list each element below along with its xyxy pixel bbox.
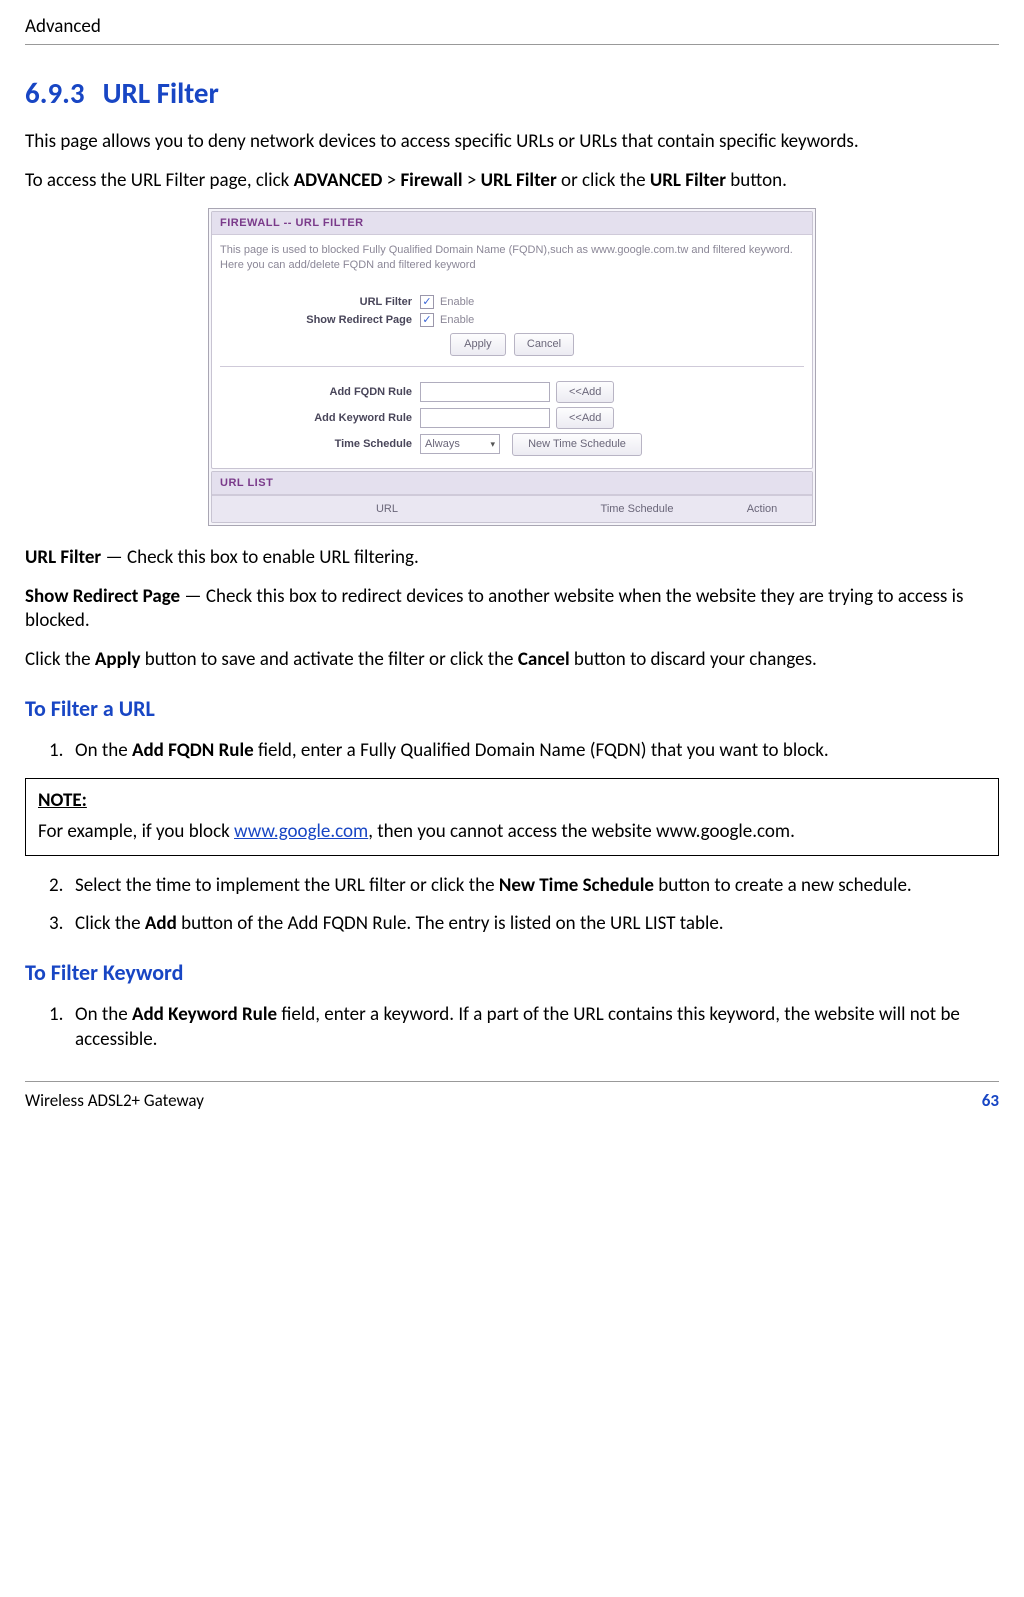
- enable-text: Enable: [440, 295, 474, 309]
- page-header: Advanced: [25, 15, 999, 45]
- chevron-down-icon: ▾: [490, 439, 495, 451]
- text: , then you cannot access the website www…: [368, 820, 795, 843]
- table-header: URL Time Schedule Action: [212, 495, 812, 522]
- text: — Check this box to enable URL filtering…: [101, 546, 419, 569]
- filter-url-steps: 1. On the Add FQDN Rule field, enter a F…: [25, 739, 999, 764]
- list-number: 2.: [49, 874, 63, 899]
- note-text: For example, if you block www.google.com…: [38, 820, 986, 845]
- term: URL Filter: [25, 546, 101, 569]
- add-fqdn-input[interactable]: [420, 382, 550, 402]
- text: >: [463, 169, 481, 192]
- col-url: URL: [212, 496, 562, 522]
- term: New Time Schedule: [499, 874, 654, 897]
- term: Add FQDN Rule: [132, 739, 254, 762]
- term: Add: [145, 912, 177, 935]
- text: button to create a new schedule.: [654, 874, 912, 897]
- filter-keyword-steps: 1. On the Add Keyword Rule field, enter …: [25, 1003, 999, 1052]
- page-number: 63: [982, 1090, 999, 1112]
- text: Click the: [25, 648, 95, 671]
- firewall-url-filter-panel: FIREWALL -- URL FILTER This page is used…: [208, 208, 816, 526]
- list-number: 1.: [49, 1003, 63, 1028]
- section-number: 6.9.3: [25, 75, 85, 111]
- note-label: NOTE:: [38, 789, 87, 812]
- term: Add Keyword Rule: [132, 1003, 277, 1026]
- term: Cancel: [518, 648, 570, 671]
- screenshot-figure: FIREWALL -- URL FILTER This page is used…: [25, 208, 999, 526]
- add-fqdn-label: Add FQDN Rule: [220, 385, 420, 399]
- apply-button[interactable]: Apply: [450, 333, 506, 355]
- time-schedule-label: Time Schedule: [220, 437, 420, 451]
- text: field, enter a Fully Qualified Domain Na…: [254, 739, 829, 762]
- list-item: 1. On the Add Keyword Rule field, enter …: [25, 1003, 999, 1052]
- term: Show Redirect Page: [25, 585, 180, 608]
- definition-url-filter: URL Filter — Check this box to enable UR…: [25, 546, 999, 571]
- text: button of the Add FQDN Rule. The entry i…: [177, 912, 724, 935]
- text: For example, if you block: [38, 820, 234, 843]
- note-box: NOTE: For example, if you block www.goog…: [25, 778, 999, 855]
- intro-paragraph: This page allows you to deny network dev…: [25, 130, 999, 155]
- apply-cancel-paragraph: Click the Apply button to save and activ…: [25, 648, 999, 673]
- list-number: 1.: [49, 739, 63, 764]
- text: On the: [75, 1003, 132, 1026]
- breadcrumb: URL Filter: [650, 169, 726, 192]
- list-number: 3.: [49, 912, 63, 937]
- text: button.: [726, 169, 787, 192]
- breadcrumb: URL Filter: [481, 169, 557, 192]
- definition-show-redirect: Show Redirect Page — Check this box to r…: [25, 585, 999, 634]
- footer-product: Wireless ADSL2+ Gateway: [25, 1090, 204, 1112]
- text: button to discard your changes.: [570, 648, 817, 671]
- time-schedule-select[interactable]: Always ▾: [420, 434, 500, 454]
- filter-keyword-heading: To Filter Keyword: [25, 959, 999, 988]
- show-redirect-label: Show Redirect Page: [220, 313, 420, 327]
- term: Apply: [95, 648, 141, 671]
- enable-text: Enable: [440, 313, 474, 327]
- filter-url-steps-cont: 2. Select the time to implement the URL …: [25, 874, 999, 937]
- select-value: Always: [425, 437, 460, 451]
- filter-url-heading: To Filter a URL: [25, 695, 999, 724]
- text: >: [382, 169, 400, 192]
- text: or click the: [557, 169, 650, 192]
- text: On the: [75, 739, 132, 762]
- text: button to save and activate the filter o…: [141, 648, 518, 671]
- add-keyword-input[interactable]: [420, 408, 550, 428]
- link[interactable]: www.google.com: [234, 820, 368, 843]
- access-paragraph: To access the URL Filter page, click ADV…: [25, 169, 999, 194]
- add-keyword-label: Add Keyword Rule: [220, 411, 420, 425]
- text: To access the URL Filter page, click: [25, 169, 294, 192]
- panel-desc: This page is used to blocked Fully Quali…: [220, 241, 804, 275]
- col-action: Action: [712, 496, 812, 522]
- cancel-button[interactable]: Cancel: [514, 333, 574, 355]
- text: Select the time to implement the URL fil…: [75, 874, 499, 897]
- url-filter-label: URL Filter: [220, 295, 420, 309]
- add-keyword-button[interactable]: <<Add: [556, 407, 614, 429]
- section-title: URL Filter: [103, 75, 219, 111]
- list-item: 1. On the Add FQDN Rule field, enter a F…: [25, 739, 999, 764]
- new-time-schedule-button[interactable]: New Time Schedule: [512, 433, 642, 455]
- panel-title: FIREWALL -- URL FILTER: [212, 212, 812, 235]
- add-fqdn-button[interactable]: <<Add: [556, 381, 614, 403]
- text: Click the: [75, 912, 145, 935]
- url-filter-checkbox[interactable]: ✓: [420, 295, 434, 309]
- breadcrumb: ADVANCED: [294, 169, 383, 192]
- url-list-title: URL LIST: [212, 472, 812, 495]
- section-heading: 6.9.3 URL Filter: [25, 75, 999, 113]
- col-schedule: Time Schedule: [562, 496, 712, 522]
- page-footer: Wireless ADSL2+ Gateway 63: [25, 1081, 999, 1112]
- list-item: 2. Select the time to implement the URL …: [25, 874, 999, 899]
- show-redirect-checkbox[interactable]: ✓: [420, 313, 434, 327]
- list-item: 3. Click the Add button of the Add FQDN …: [25, 912, 999, 937]
- breadcrumb: Firewall: [400, 169, 462, 192]
